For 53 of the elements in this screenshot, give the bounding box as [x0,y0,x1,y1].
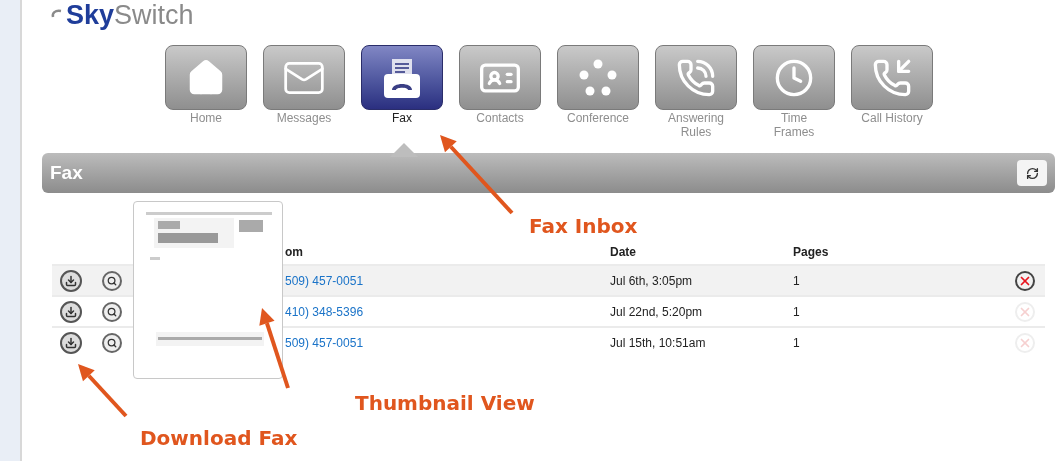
annotation-label: Download Fax [140,425,298,452]
table-cell-text: Jul 22nd, 5:20pm [610,303,704,321]
phone-link[interactable]: 509) 457-0051 [285,271,610,290]
table-cell-text: Jul 15th, 10:51am [610,334,707,352]
annotation-label: Fax Inbox [529,213,638,240]
clock-icon [774,57,814,98]
nav-label: Conference [565,111,630,125]
search-icon [107,337,117,348]
nav-tile[interactable] [263,45,345,110]
preview-button[interactable] [102,332,122,353]
download-icon [65,336,77,349]
column-header: Date [610,244,637,261]
nav-tile[interactable] [557,45,639,110]
column-header: om [285,244,304,261]
table-cell-text: Jul 6th, 3:05pm [610,272,694,290]
nav-label: Time Frames [772,111,816,139]
download-button[interactable] [60,300,82,323]
search-icon [107,306,117,317]
nav-label: Messages [275,111,333,125]
nav-tile[interactable] [655,45,737,110]
refresh-icon [1025,166,1039,180]
download-icon [65,305,77,318]
panel-title: Fax [50,160,83,185]
nav-label: Answering Rules [667,111,725,139]
download-icon [65,274,77,287]
nav-tile[interactable] [459,45,541,110]
download-button[interactable] [60,269,82,292]
annotation-label: Thumbnail View [355,390,535,417]
conference-dots-icon [578,57,618,98]
nav-tile[interactable] [361,45,443,110]
nav-label: Contacts [475,111,525,125]
table-cell-text: 1 [793,303,801,321]
preview-button[interactable] [102,301,122,322]
download-button[interactable] [60,331,82,354]
delete-button[interactable] [1015,270,1035,291]
arrow [78,364,128,418]
table-cell-text: 1 [793,334,801,352]
phone-link[interactable]: 509) 457-0051 [285,333,610,352]
refresh-button[interactable] [1017,160,1047,186]
nav-tile[interactable] [165,45,247,110]
column-header: Pages [793,244,829,261]
preview-button[interactable] [102,270,122,291]
table-cell-text: 1 [793,272,801,290]
nav-label: Fax [391,111,413,125]
nav-label: Home [189,111,223,125]
phone-arrows-icon [872,57,912,98]
nav-tile[interactable] [753,45,835,110]
phone-waves-icon [676,57,716,98]
search-icon [107,275,117,286]
logo-text: SkySwitch [66,1,194,29]
nav-tile[interactable] [851,45,933,110]
phone-link[interactable]: 410) 348-5396 [285,302,610,321]
nav-label: Call History [860,111,924,125]
